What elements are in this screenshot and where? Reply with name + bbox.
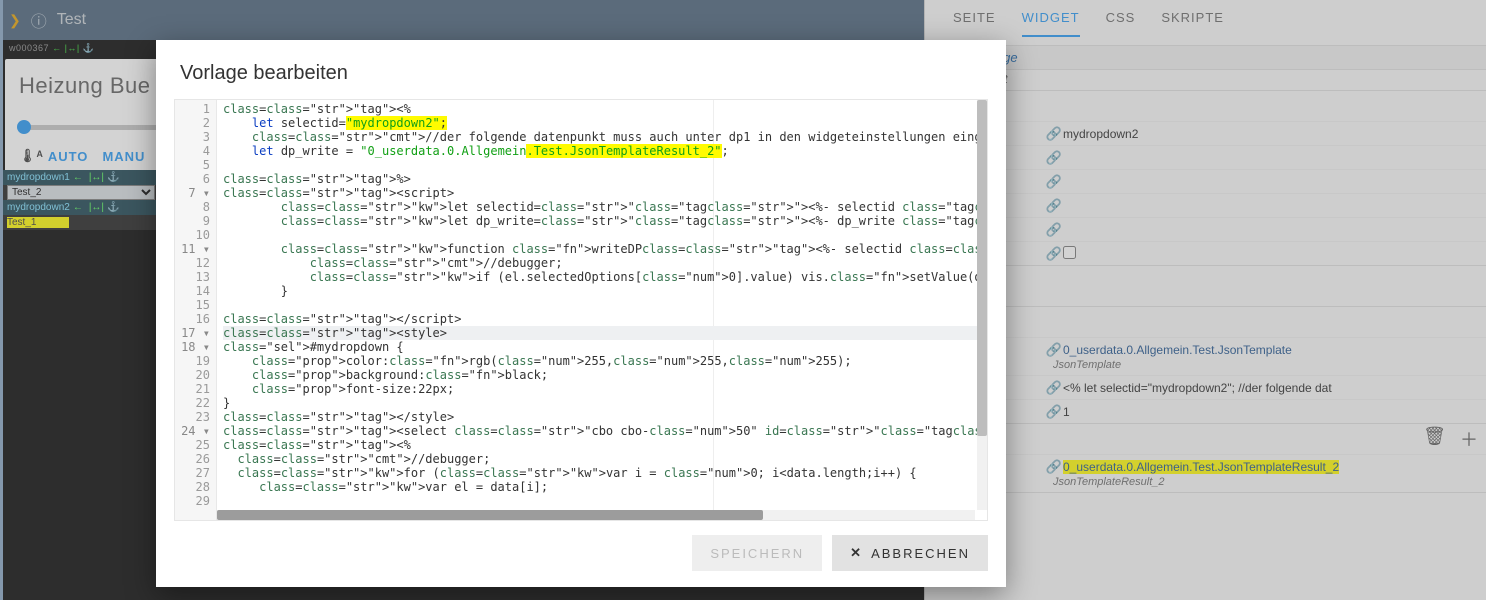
code-editor[interactable]: 1234567 ▾891011 ▾121314151617 ▾18 ▾19202… — [174, 99, 988, 521]
close-icon: ✕ — [850, 545, 863, 561]
h-scroll-thumb[interactable] — [217, 510, 763, 520]
v-scroll-thumb[interactable] — [977, 100, 987, 436]
editor-gutter: 1234567 ▾891011 ▾121314151617 ▾18 ▾19202… — [175, 100, 217, 520]
template-edit-modal: Vorlage bearbeiten 1234567 ▾891011 ▾1213… — [156, 40, 1006, 587]
h-scrollbar[interactable] — [217, 510, 975, 520]
save-button[interactable]: SPEICHERN — [692, 535, 822, 571]
v-scrollbar[interactable] — [977, 100, 987, 510]
modal-title: Vorlage bearbeiten — [156, 40, 1006, 99]
cancel-button[interactable]: ✕ABBRECHEN — [832, 535, 988, 571]
editor-content[interactable]: class=class="str">"tag"><% let selectid=… — [217, 100, 987, 510]
